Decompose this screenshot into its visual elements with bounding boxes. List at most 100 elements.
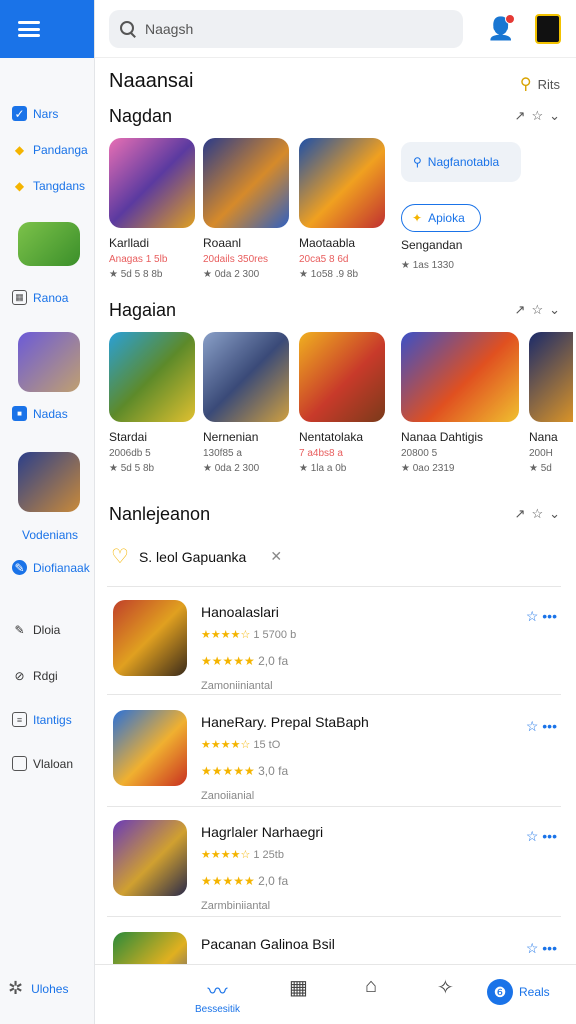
sidebar-item-7[interactable]: ✎ Dloia: [0, 622, 95, 637]
sidebar-item-label: Rdgi: [33, 668, 58, 683]
sidebar-item-1[interactable]: ◆ Pandanga: [0, 142, 95, 157]
grid-icon: ▦: [289, 977, 308, 999]
app-art: [203, 138, 289, 228]
top-bar: Naagsh 👤: [95, 0, 576, 58]
sidebar-item-6[interactable]: ✎ Diofianaak: [0, 560, 95, 575]
bottom-nav-item[interactable]: ⌂: [365, 975, 377, 998]
app-card[interactable]: Karlladi Anagas 1 5lb ★ 5d 5 8 8b: [109, 138, 195, 280]
sidebar-item-2[interactable]: ◆ Tangdans: [0, 178, 95, 193]
item-actions[interactable]: ☆ •••: [526, 608, 557, 625]
sidebar-item-8[interactable]: ⊘ Rdgi: [0, 668, 95, 683]
star-icon[interactable]: ☆: [526, 940, 539, 956]
list-item[interactable]: Hanoalaslari ★★★★☆ 1 5700 b ★★★★★ 2,0 fa…: [113, 600, 563, 700]
pill-label: Apioka: [428, 211, 465, 225]
menu-bar: [0, 0, 94, 58]
secondary-pill-button[interactable]: ✦ Apioka: [401, 204, 481, 232]
badge-icon: ✎: [12, 560, 27, 575]
item-actions[interactable]: ☆ •••: [526, 828, 557, 845]
more-icon[interactable]: •••: [542, 718, 557, 734]
item-subtitle: Zanoiianial: [201, 790, 255, 802]
sidebar-item-5[interactable]: Vodenians: [0, 528, 95, 542]
rating-row: ★★★★★ 3,0 fa: [201, 764, 289, 778]
hamburger-icon[interactable]: [18, 21, 40, 37]
diamond-icon: ◆: [14, 178, 25, 193]
card-rating: ★ 0ao 2319: [401, 463, 455, 474]
sidebar-item-label: Nadas: [33, 406, 68, 421]
arrow-icon: ↗: [514, 506, 526, 521]
app-art: [299, 138, 385, 228]
bottom-nav-item[interactable]: ✧: [437, 975, 454, 1000]
section-actions[interactable]: ↗ ☆ ⌄: [515, 108, 560, 124]
puzzle-icon: ✧: [437, 977, 454, 999]
house-icon: ⌂: [365, 975, 378, 997]
card-meta: Anagas 1 5lb: [109, 254, 168, 265]
card-rating: ★ 0da 2 300: [203, 463, 260, 474]
item-actions[interactable]: ☆ •••: [526, 718, 557, 735]
badge-icon: ❻: [487, 979, 513, 1005]
app-card[interactable]: Maotaabla 20ca5 8 6d ★ 1o58 .9 8b: [299, 138, 385, 280]
main-content: Naaansai ⚲ Rits Nagdan ↗ ☆ ⌄ Karlladi An…: [95, 58, 576, 964]
section-title: Nanlejeanon: [109, 504, 211, 524]
search-input[interactable]: Naagsh: [109, 10, 463, 48]
sidebar-item-label: Tangdans: [33, 178, 86, 193]
app-thumb[interactable]: [18, 332, 80, 392]
bottom-nav-label: Bessesitik: [195, 1004, 241, 1015]
sidebar-footer[interactable]: ✲ Ulohes: [8, 978, 68, 999]
divider: [107, 586, 561, 587]
sidebar-item-0[interactable]: ✓ Nars: [0, 106, 95, 121]
card-title: Stardai: [109, 430, 148, 444]
app-card[interactable]: Roaanl 20dails 350res ★ 0da 2 300: [203, 138, 289, 280]
item-actions[interactable]: ☆ •••: [526, 940, 557, 957]
close-icon[interactable]: ✕: [270, 548, 282, 565]
app-card[interactable]: Stardai 2006db 5 ★ 5d 5 8b: [109, 332, 195, 474]
card-meta: 20800 5: [401, 448, 438, 459]
sidebar-item-10[interactable]: Vlaloan: [0, 756, 95, 771]
section-title: Hagaian: [109, 300, 177, 320]
bottom-nav-item[interactable]: 〰 Bessesitik: [195, 975, 240, 1015]
card-meta: 2006db 5: [109, 448, 151, 459]
star-icon[interactable]: ☆: [526, 608, 539, 624]
card-rating: ★ 5d 5 8b: [109, 463, 155, 474]
app-card[interactable]: Nana 200H ★ 5d: [529, 332, 573, 474]
sidebar-item-label: Itantigs: [33, 712, 72, 727]
title-action[interactable]: ⚲ Rits: [520, 74, 560, 94]
section-title: Nagdan: [109, 106, 173, 126]
card-title: Nanaa Dahtigis: [401, 430, 484, 444]
star-icon[interactable]: ☆: [526, 718, 539, 734]
more-icon[interactable]: •••: [542, 828, 557, 844]
app-thumb[interactable]: [18, 452, 80, 512]
bottom-nav-item[interactable]: ❻ Reals: [487, 979, 550, 1005]
section-actions[interactable]: ↗ ☆ ⌄: [515, 506, 560, 522]
rating-row: ★★★★★ 2,0 fa: [201, 654, 289, 668]
app-thumb[interactable]: [18, 222, 80, 266]
divider: [107, 694, 561, 695]
list-item[interactable]: Pacanan Galinoa Bsil ☆ •••: [113, 932, 563, 964]
star-icon[interactable]: ☆: [526, 828, 539, 844]
bottom-nav-item[interactable]: ▦: [289, 975, 308, 1000]
card-title: Karlladi: [109, 236, 150, 250]
list-item[interactable]: HaneRary. Prepal StaBaph ★★★★☆ 15 tO ★★★…: [113, 710, 563, 810]
app-card[interactable]: Sengandan ★ 1as 1330: [401, 230, 487, 271]
divider: [107, 916, 561, 917]
game-icon[interactable]: [535, 14, 561, 44]
app-card[interactable]: Nentatolaka 7 a4bs8 a ★ 1la a 0b: [299, 332, 385, 474]
more-icon[interactable]: •••: [542, 940, 557, 956]
sidebar-item-4[interactable]: ■ Nadas: [0, 406, 95, 421]
card-rating: ★ 1la a 0b: [299, 463, 347, 474]
chevron-down-icon: ⌄: [549, 506, 560, 521]
section-actions[interactable]: ↗ ☆ ⌄: [515, 302, 560, 318]
sidebar-item-3[interactable]: ▦ Ranoa: [0, 290, 95, 305]
sidebar-item-9[interactable]: ≡ Itantigs: [0, 712, 95, 727]
app-art: [113, 932, 187, 964]
card-title: Maotaabla: [299, 236, 356, 250]
diamond-icon: ◆: [14, 142, 25, 157]
more-icon[interactable]: •••: [542, 608, 557, 624]
bottom-nav: 〰 Bessesitik ▦ ⌂ ✧ ❻ Reals: [95, 964, 576, 1024]
card-title: Sengandan: [401, 238, 463, 252]
primary-pill-button[interactable]: ⚲ Nagfanotabla: [401, 142, 521, 182]
list-item[interactable]: Hagrlaler Narhaegri ★★★★☆ 1 25tb ★★★★★ 2…: [113, 820, 563, 920]
app-card[interactable]: Nernenian 130f85 a ★ 0da 2 300: [203, 332, 289, 474]
app-card[interactable]: Nanaa Dahtigis 20800 5 ★ 0ao 2319: [401, 332, 519, 474]
filter-chip[interactable]: ♡ S. leol Gapuanka ✕: [111, 544, 282, 569]
account-icon[interactable]: 👤: [487, 14, 515, 42]
